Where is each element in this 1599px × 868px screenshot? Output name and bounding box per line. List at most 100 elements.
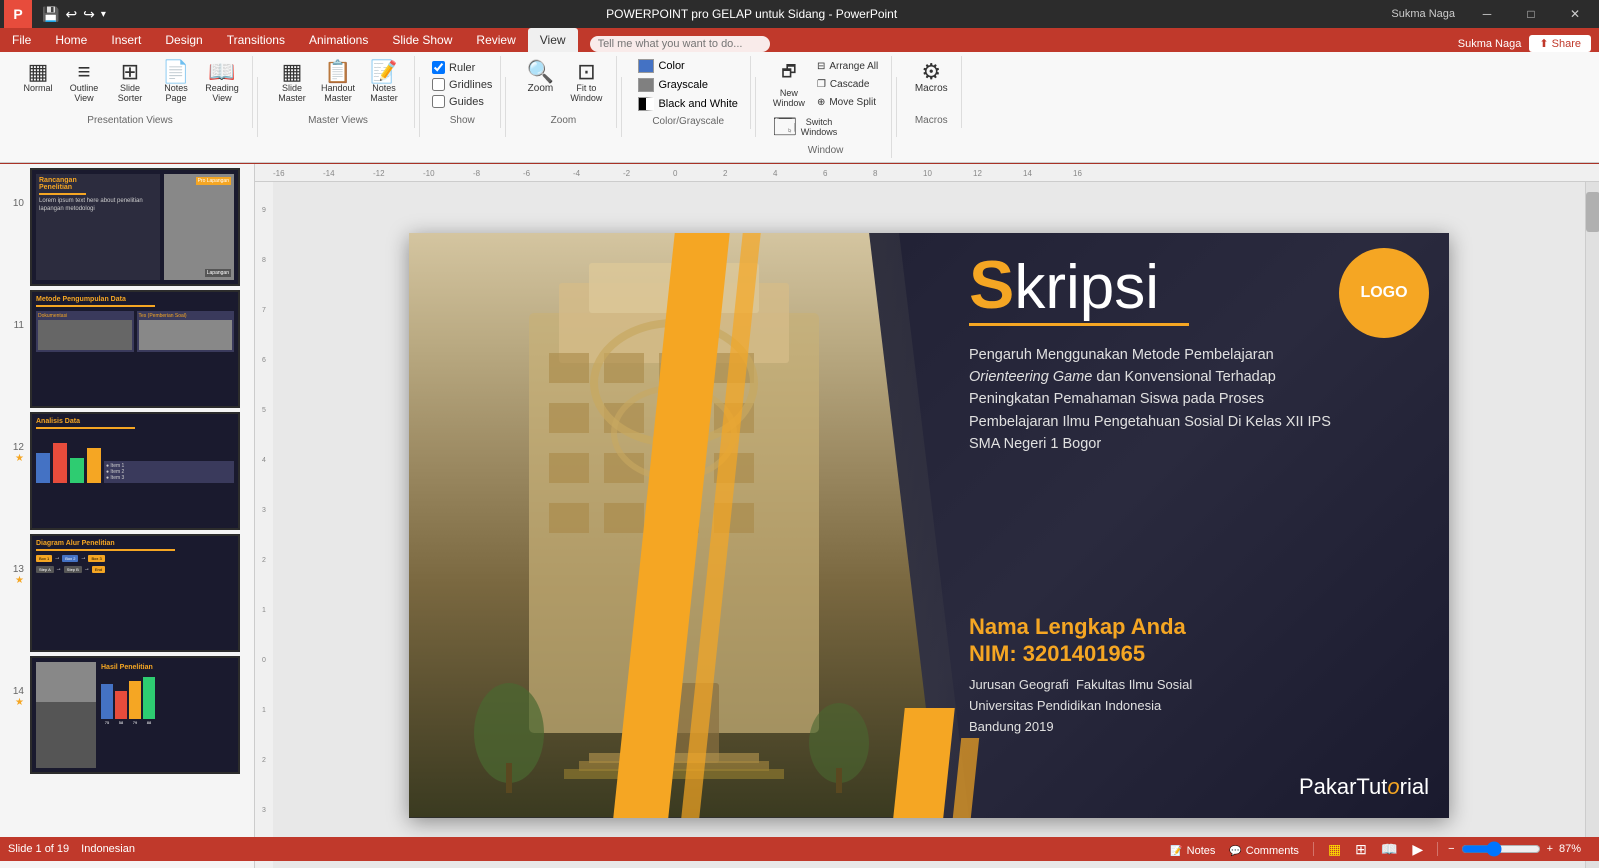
slide-thumbnail[interactable]: RancanganPenelitian Lorem ipsum text her… [30,168,240,286]
reading-view-status-button[interactable]: 📖 [1377,839,1402,860]
tab-review[interactable]: Review [464,28,527,52]
notes-master-button[interactable]: 📝 NotesMaster [362,58,406,106]
slide-master-button[interactable]: ▦ SlideMaster [270,58,314,106]
ruler-checkbox[interactable]: Ruler [432,61,475,74]
language: Indonesian [81,843,135,855]
slide-thumbnail[interactable]: Metode Pengumpulan Data Dokumentasi Tes … [30,290,240,408]
arrange-all-button[interactable]: ⊟ Arrange All [812,58,883,75]
notes-page-icon: 📄 [162,61,189,83]
color-swatch [638,59,654,73]
slide-main: LOGO Skripsi Pengaruh Menggunakan Metode… [409,233,1449,818]
redo-button[interactable]: ↪ [81,4,97,25]
zoom-out-button[interactable]: − [1448,843,1454,855]
svg-text:-14: -14 [323,169,335,178]
notes-button[interactable]: 📝 Notes [1166,839,1219,859]
tell-me-input[interactable] [590,36,770,52]
black-white-option[interactable]: Black and White [634,96,741,112]
gridlines-check[interactable] [432,78,445,91]
tab-design[interactable]: Design [153,28,214,52]
group-color-grayscale: Color Grayscale Black and White Color/Gr… [626,56,750,129]
work-area: -16 -14 -12 -10 -8 -6 -4 -2 0 2 4 6 8 10… [255,164,1599,868]
horizontal-ruler: -16 -14 -12 -10 -8 -6 -4 -2 0 2 4 6 8 10… [255,164,1599,182]
zoom-button[interactable]: 🔍 Zoom [518,58,562,97]
reading-view-button[interactable]: 📖 ReadingView [200,58,244,106]
svg-text:-12: -12 [373,169,385,178]
svg-text:9: 9 [262,207,266,214]
cascade-button[interactable]: ❐ Cascade [812,76,883,93]
ribbon-content: ▦ Normal ≡ OutlineView ⊞ SlideSorter 📄 N… [0,52,1599,163]
slide-sorter-status-button[interactable]: ⊞ [1351,839,1371,860]
guides-check[interactable] [432,95,445,108]
list-item[interactable]: 10 RancanganPenelitian Lorem ipsum text … [4,168,250,286]
scrollbar-thumb[interactable] [1586,192,1599,232]
slide-sorter-button[interactable]: ⊞ SlideSorter [108,58,152,106]
macros-icon: ⚙ [921,61,941,83]
tab-file[interactable]: File [0,28,43,52]
slide-number: 14 [4,656,24,697]
tab-insert[interactable]: Insert [99,28,153,52]
color-option[interactable]: Color [634,58,688,74]
grayscale-option[interactable]: Grayscale [634,77,712,93]
vertical-scrollbar[interactable] [1585,182,1599,868]
list-item[interactable]: 12 ★ Analisis Data ● Item 1● Item 2● Ite… [4,412,250,530]
ruler-check[interactable] [432,61,445,74]
list-item[interactable]: 11 Metode Pengumpulan Data Dokumentasi T… [4,290,250,408]
save-button[interactable]: 💾 [40,4,61,25]
slideshow-status-button[interactable]: ▶ [1408,839,1427,860]
brand-text: PakarTutorial [1299,774,1429,800]
tab-slideshow[interactable]: Slide Show [380,28,464,52]
share-button[interactable]: ⬆ Share [1529,35,1591,52]
handout-master-button[interactable]: 📋 HandoutMaster [316,58,360,106]
list-item[interactable]: 13 ★ Diagram Alur Penelitian Box 1 → Box… [4,534,250,652]
macros-button[interactable]: ⚙ Macros [909,58,953,97]
zoom-slider[interactable] [1461,841,1541,857]
restore-button[interactable]: □ [1511,0,1551,28]
list-item[interactable]: 14 ★ Hasil Penelitian [4,656,250,774]
slide-nim: NIM: 3201401965 [969,641,1192,667]
tab-view[interactable]: View [528,28,578,52]
tab-transitions[interactable]: Transitions [215,28,297,52]
fit-to-window-button[interactable]: ⊡ Fit toWindow [564,58,608,106]
slide-thumbnail[interactable]: Hasil Penelitian 75 58 [30,656,240,774]
tab-home[interactable]: Home [43,28,99,52]
notes-page-button[interactable]: 📄 NotesPage [154,58,198,106]
slide-number: 13 [4,534,24,575]
normal-view-status-button[interactable]: ▦ [1324,839,1345,860]
slide-panel[interactable]: 10 RancanganPenelitian Lorem ipsum text … [0,164,255,868]
outline-view-button[interactable]: ≡ OutlineView [62,58,106,106]
guides-checkbox[interactable]: Guides [432,95,484,108]
normal-view-button[interactable]: ▦ Normal [16,58,60,96]
switch-windows-button[interactable]: 🗔 SwitchWindows [768,113,842,141]
svg-text:-6: -6 [523,169,531,178]
app-icon: P [4,0,32,28]
svg-text:0: 0 [673,169,678,178]
svg-text:3: 3 [262,507,266,514]
window-label: Window [808,141,844,156]
svg-text:-16: -16 [273,169,285,178]
minimize-button[interactable]: ─ [1467,0,1507,28]
tab-animations[interactable]: Animations [297,28,380,52]
vertical-ruler: 9 8 7 6 5 4 3 2 1 0 1 2 3 [255,182,273,868]
customize-button[interactable]: ▾ [99,7,108,22]
slide-department: Jurusan Geografi Fakultas Ilmu SosialUni… [969,675,1192,737]
cascade-icon: ❐ [817,79,826,90]
new-window-button[interactable]: 🗗 NewWindow [768,58,810,111]
close-button[interactable]: ✕ [1555,0,1595,28]
gridlines-checkbox[interactable]: Gridlines [432,78,492,91]
svg-text:1: 1 [262,607,266,614]
svg-text:6: 6 [823,169,828,178]
svg-text:6: 6 [262,357,266,364]
undo-button[interactable]: ↩ [63,4,79,25]
slide-number: 12 [4,412,24,453]
comments-button[interactable]: 💬 Comments [1225,839,1303,859]
zoom-in-button[interactable]: + [1547,843,1553,855]
status-separator2 [1437,842,1438,856]
ribbon: File Home Insert Design Transitions Anim… [0,28,1599,164]
svg-text:14: 14 [1023,169,1032,178]
slide-thumbnail[interactable]: Diagram Alur Penelitian Box 1 → Box 2 → … [30,534,240,652]
slide-thumbnail[interactable]: Analisis Data ● Item 1● Item 2● Item 3 [30,412,240,530]
slide-title: Skripsi [969,251,1419,319]
handout-master-icon: 📋 [324,61,351,83]
move-split-button[interactable]: ⊕ Move Split [812,94,883,111]
ribbon-tabs: File Home Insert Design Transitions Anim… [0,28,1599,52]
